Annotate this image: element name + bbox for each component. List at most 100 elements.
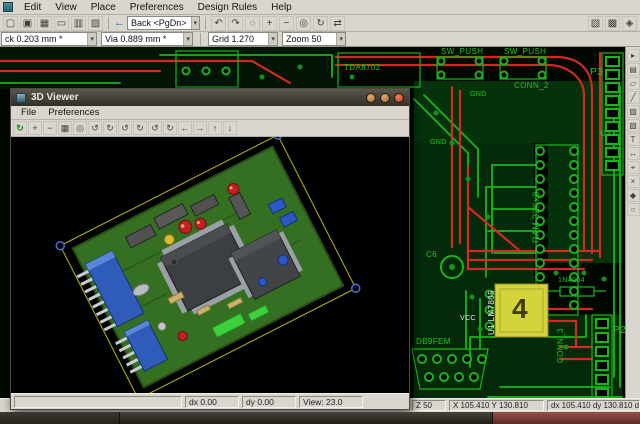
menu-preferences[interactable]: Preferences	[123, 1, 191, 14]
move-up-icon[interactable]: ↑	[208, 121, 222, 135]
module-highlight	[495, 284, 548, 337]
undo-icon[interactable]: ↶	[211, 16, 226, 31]
find-icon[interactable]: ◌	[245, 16, 260, 31]
page-settings-icon[interactable]: ▭	[54, 16, 69, 31]
rotate-x-pos-icon[interactable]: ↻	[103, 121, 117, 135]
redo-icon[interactable]: ↷	[228, 16, 243, 31]
add-module-icon[interactable]: ▱	[627, 77, 640, 90]
add-keepout-icon[interactable]: ▧	[627, 119, 640, 132]
ratsnest-icon[interactable]: ▧	[588, 16, 603, 31]
back-combo-value: Back <PgDn>	[131, 18, 187, 28]
toolbar-separator	[108, 17, 109, 30]
desktop-taskbar	[0, 412, 640, 424]
viewer3d-menu-file[interactable]: File	[15, 107, 42, 118]
taskbar-active-window-button[interactable]	[492, 412, 640, 424]
main-toolbar: ▢ ▣ ▦ ▭ ▥ ▨ ← Back <PgDn> ▾ ↶ ↷ ◌ + − ◎ …	[0, 15, 640, 32]
board-3d-render	[11, 137, 409, 393]
delete-icon[interactable]: ×	[627, 175, 640, 188]
add-zone-icon[interactable]: ▨	[627, 105, 640, 118]
drc-icon[interactable]: ◈	[622, 16, 637, 31]
menu-design-rules[interactable]: Design Rules	[191, 1, 264, 14]
via-size-value: Via 0.889 mm *	[105, 34, 166, 44]
viewer3d-window: 3D Viewer File Preferences ↻ + − ▦ ◎ ↺ ↻…	[10, 88, 410, 410]
chevron-down-icon[interactable]: ▾	[268, 33, 277, 45]
zoom-out-icon[interactable]: −	[279, 16, 294, 31]
taskbar-window-button[interactable]	[0, 412, 120, 424]
zoom-value: Zoom 50	[286, 34, 322, 44]
viewer3d-status-dx: dx 0.00	[185, 396, 239, 408]
options-toolbar: ck 0.203 mm * ▾ Via 0.889 mm * ▾ Grid 1.…	[0, 32, 640, 47]
chevron-down-icon[interactable]: ▾	[87, 33, 96, 45]
rotate-y-neg-icon[interactable]: ↺	[118, 121, 132, 135]
zoom-out-icon[interactable]: −	[43, 121, 57, 135]
grid-origin-icon[interactable]: ○	[627, 203, 640, 216]
open-board-icon[interactable]: ▣	[20, 16, 35, 31]
status-relative-position: dx 105.410 dy 130.810 d	[547, 400, 640, 411]
viewer3d-status-dy: dy 0.00	[242, 396, 296, 408]
toolbar-separator	[205, 17, 206, 30]
swap-layers-icon[interactable]: ⇄	[330, 16, 345, 31]
rotate-z-neg-icon[interactable]: ↺	[148, 121, 162, 135]
rotate-z-pos-icon[interactable]: ↻	[163, 121, 177, 135]
grid-value: Grid 1.270	[212, 34, 254, 44]
viewer3d-menu-preferences[interactable]: Preferences	[42, 107, 105, 118]
rotate-x-neg-icon[interactable]: ↺	[88, 121, 102, 135]
zoom-combo[interactable]: Zoom 50 ▾	[282, 32, 346, 46]
add-text-icon[interactable]: T	[627, 133, 640, 146]
print-icon[interactable]: ▥	[71, 16, 86, 31]
app-icon	[3, 2, 13, 12]
zoom-in-icon[interactable]: +	[262, 16, 277, 31]
viewer3d-toolbar: ↻ + − ▦ ◎ ↺ ↻ ↺ ↻ ↺ ↻ ← → ↑ ↓	[11, 120, 409, 137]
viewer3d-window-icon	[16, 93, 26, 103]
viewer3d-statusbar: dx 0.00 dy 0.00 View: 23.0	[11, 393, 409, 409]
chevron-down-icon[interactable]: ▾	[183, 33, 192, 45]
track-width-value: ck 0.203 mm *	[5, 34, 63, 44]
back-combo[interactable]: Back <PgDn> ▾	[127, 16, 200, 30]
status-cursor-position: X 105.410 Y 130.810	[449, 400, 544, 411]
add-target-icon[interactable]: ⌖	[627, 161, 640, 174]
new-board-icon[interactable]: ▢	[3, 16, 18, 31]
maximize-button[interactable]	[380, 93, 390, 103]
status-zoom: Z 50	[412, 400, 446, 411]
viewer3d-menubar: File Preferences	[11, 106, 409, 120]
viewer3d-title: 3D Viewer	[31, 92, 79, 103]
menu-edit[interactable]: Edit	[17, 1, 48, 14]
add-track-icon[interactable]: ╱	[627, 91, 640, 104]
pointer-icon[interactable]: ▸	[627, 49, 640, 62]
reload-icon[interactable]: ↻	[13, 121, 27, 135]
menu-view[interactable]: View	[48, 1, 84, 14]
move-right-icon[interactable]: →	[193, 121, 207, 135]
toolbar-separator	[200, 33, 201, 46]
menu-help[interactable]: Help	[264, 1, 299, 14]
redraw-icon[interactable]: ▦	[58, 121, 72, 135]
zoom-fit-icon[interactable]: ◎	[296, 16, 311, 31]
chevron-down-icon[interactable]: ▾	[191, 17, 200, 29]
pcbnew-window: Edit View Place Preferences Design Rules…	[0, 0, 640, 424]
close-button[interactable]	[394, 93, 404, 103]
redraw-icon[interactable]: ↻	[313, 16, 328, 31]
viewer3d-status-view: View: 23.0	[299, 396, 363, 408]
save-board-icon[interactable]: ▦	[37, 16, 52, 31]
zoom-fit-icon[interactable]: ◎	[73, 121, 87, 135]
move-down-icon[interactable]: ↓	[223, 121, 237, 135]
add-dimension-icon[interactable]: ↔	[627, 147, 640, 160]
add-marker-icon[interactable]: ◆	[627, 189, 640, 202]
go-back-icon[interactable]: ←	[114, 17, 125, 29]
right-toolbar: ▸ ▤ ▱ ╱ ▨ ▧ T ↔ ⌖ × ◆ ○	[625, 47, 640, 398]
menubar: Edit View Place Preferences Design Rules…	[0, 0, 640, 15]
plot-icon[interactable]: ▨	[88, 16, 103, 31]
netlist-icon[interactable]: ▩	[605, 16, 620, 31]
minimize-button[interactable]	[366, 93, 376, 103]
zoom-in-icon[interactable]: +	[28, 121, 42, 135]
grid-combo[interactable]: Grid 1.270 ▾	[208, 32, 278, 46]
track-width-combo[interactable]: ck 0.203 mm * ▾	[1, 32, 97, 46]
highlight-net-icon[interactable]: ▤	[627, 63, 640, 76]
move-left-icon[interactable]: ←	[178, 121, 192, 135]
menu-place[interactable]: Place	[84, 1, 123, 14]
viewer3d-canvas[interactable]	[11, 137, 409, 393]
via-size-combo[interactable]: Via 0.889 mm * ▾	[101, 32, 193, 46]
rotate-y-pos-icon[interactable]: ↻	[133, 121, 147, 135]
viewer3d-status-blank	[14, 396, 182, 408]
viewer3d-titlebar[interactable]: 3D Viewer	[11, 89, 409, 106]
chevron-down-icon[interactable]: ▾	[336, 33, 345, 45]
